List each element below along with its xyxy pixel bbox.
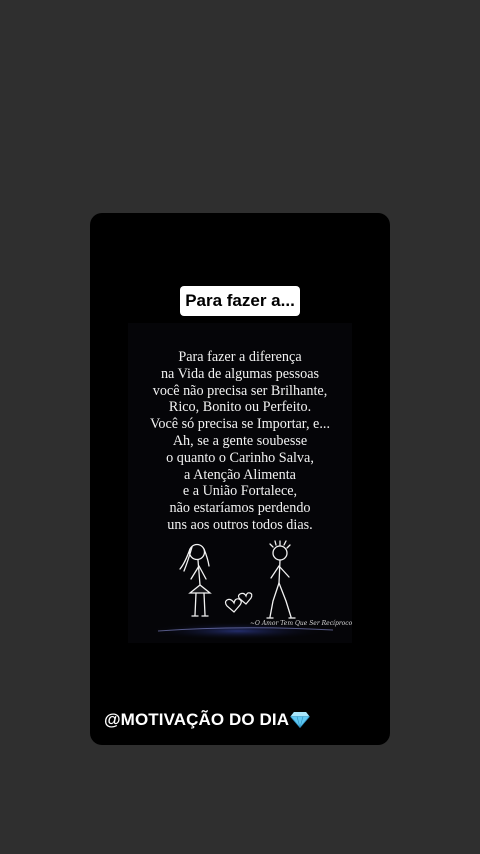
caption[interactable]: @MOTIVAÇÃO DO DIA (104, 710, 310, 733)
image-signature: ~O Amor Tem Que Ser Recíproco (250, 620, 353, 627)
story-viewer: Para fazer a... Para fazer a diferença n… (0, 0, 480, 854)
quote-line: Para fazer a diferença (178, 349, 302, 365)
quote-line: você não precisa ser Brilhante, (152, 382, 328, 399)
boy-figure (266, 540, 296, 619)
story-card[interactable]: Para fazer a... Para fazer a diferença n… (90, 213, 390, 745)
quote-line: uns aos outros todos dias. (167, 516, 313, 533)
gem-icon (290, 711, 310, 733)
quote-line: e a União Fortalece, (182, 483, 298, 500)
caption-text: @MOTIVAÇÃO DO DIA (104, 710, 290, 729)
quote-text: Para fazer a diferença na Vida de alguma… (128, 349, 352, 534)
quote-line: o quanto o Carinho Salva, (166, 449, 314, 466)
hearts-icon (224, 592, 253, 613)
quote-line: a Atenção Alimenta (184, 466, 296, 483)
quote-line: Rico, Bonito ou Perfeito. (168, 399, 312, 416)
quote-line: Você só precisa se Importar, e... (150, 416, 330, 433)
quote-line: na Vida de algumas pessoas (160, 365, 320, 382)
quote-line: não estaríamos perdendo (169, 500, 311, 517)
quote-line: Ah, se a gente soubesse (172, 432, 308, 449)
quote-image: Para fazer a diferença na Vida de alguma… (128, 323, 352, 643)
title-sticker[interactable]: Para fazer a... (180, 286, 300, 316)
girl-figure (179, 543, 212, 617)
